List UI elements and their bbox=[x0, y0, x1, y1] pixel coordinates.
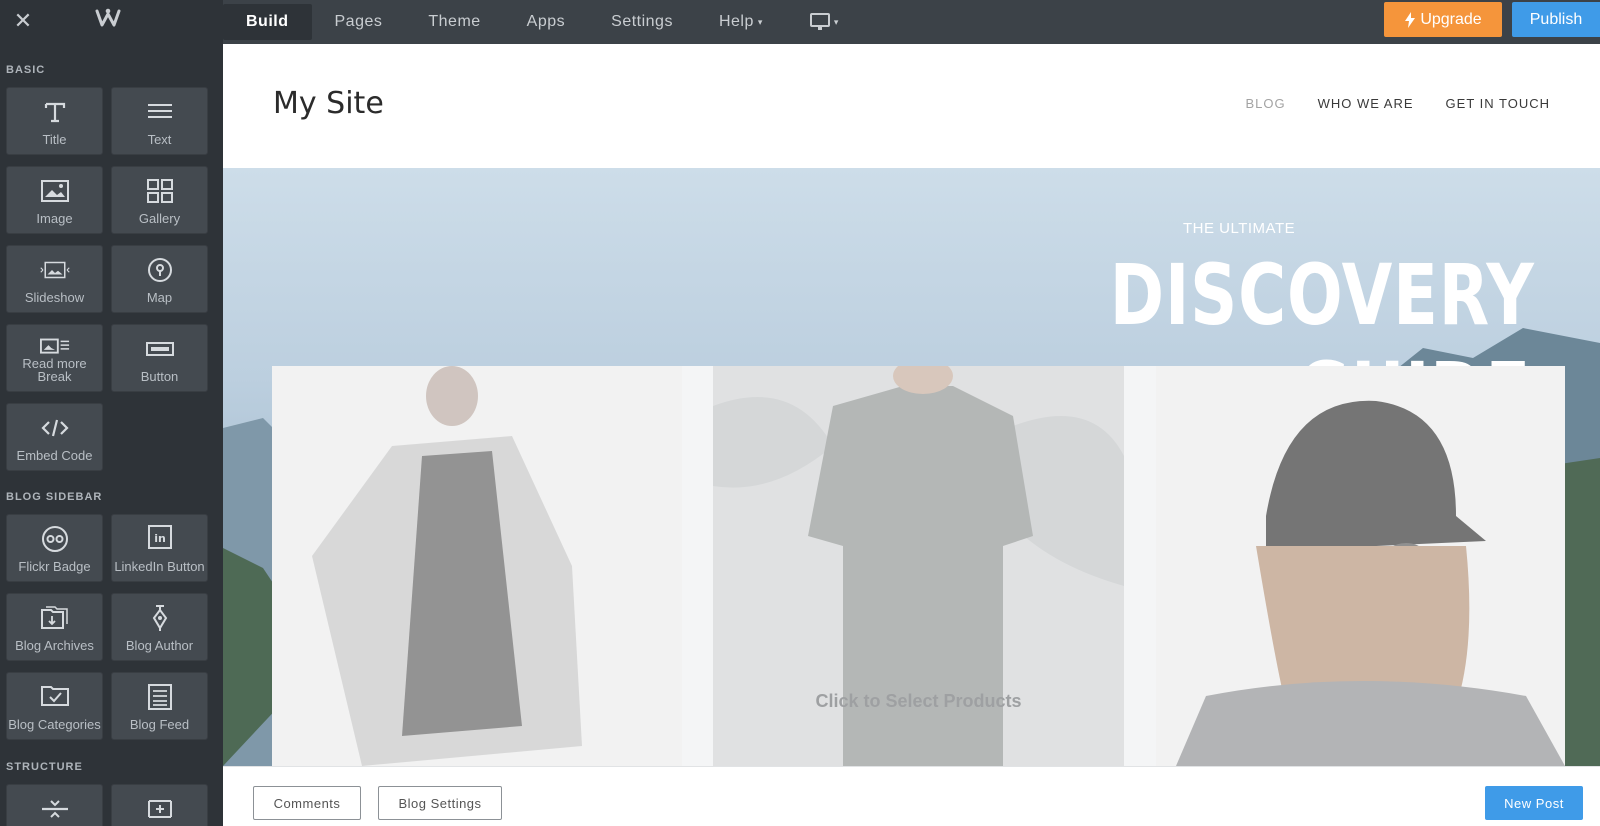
hero-kicker[interactable]: THE ULTIMATE bbox=[1183, 220, 1295, 237]
spacer-icon bbox=[145, 795, 175, 823]
new-post-button[interactable]: New Post bbox=[1485, 786, 1583, 820]
button-icon bbox=[145, 335, 175, 363]
archive-icon bbox=[40, 604, 70, 632]
tile-image[interactable]: Image bbox=[6, 166, 103, 234]
products-dim-overlay bbox=[272, 366, 1565, 766]
element-sidebar: BASIC Title Text Image Gallery Slideshow bbox=[0, 44, 223, 826]
tile-divider[interactable] bbox=[6, 784, 103, 826]
lightning-icon bbox=[1405, 11, 1416, 28]
section-title-structure: STRUCTURE bbox=[6, 761, 83, 773]
caret-down-icon: ▾ bbox=[757, 16, 763, 27]
tile-label: Slideshow bbox=[24, 290, 85, 305]
tile-blog-author[interactable]: Blog Author bbox=[111, 593, 208, 661]
tab-settings[interactable]: Settings bbox=[588, 4, 696, 40]
tile-label: Image bbox=[36, 211, 73, 226]
site-nav: BLOG WHO WE ARE GET IN TOUCH bbox=[1245, 96, 1550, 111]
site-canvas: My Site BLOG WHO WE ARE GET IN TOUCH THE… bbox=[223, 44, 1600, 766]
pen-nib-icon bbox=[145, 604, 175, 632]
tile-title[interactable]: Title bbox=[6, 87, 103, 155]
tile-gallery[interactable]: Gallery bbox=[111, 166, 208, 234]
tile-flickr-badge[interactable]: Flickr Badge bbox=[6, 514, 103, 582]
tab-apps[interactable]: Apps bbox=[504, 4, 588, 40]
tile-label: Blog Archives bbox=[15, 638, 94, 653]
tile-label: Title bbox=[42, 132, 67, 147]
code-icon bbox=[40, 414, 70, 442]
tile-label: Map bbox=[146, 290, 173, 305]
site-nav-get-in-touch[interactable]: GET IN TOUCH bbox=[1446, 96, 1550, 111]
map-pin-icon bbox=[145, 256, 175, 284]
section-title-blog-sidebar: BLOG SIDEBAR bbox=[6, 491, 103, 503]
upgrade-label: Upgrade bbox=[1420, 10, 1482, 28]
hero-section[interactable]: THE ULTIMATE DISCOVERY GUIDE bbox=[223, 168, 1600, 766]
divider-icon bbox=[40, 795, 70, 823]
toolbar-left: ✕ bbox=[0, 0, 223, 44]
tile-label: Blog Categories bbox=[8, 717, 101, 732]
site-title[interactable]: My Site bbox=[273, 86, 384, 121]
upgrade-button[interactable]: Upgrade bbox=[1384, 2, 1502, 37]
section-title-basic: BASIC bbox=[6, 64, 46, 76]
site-nav-blog[interactable]: BLOG bbox=[1245, 96, 1285, 111]
top-toolbar: ✕ Build Pages Theme Apps Settings Help ▾… bbox=[0, 0, 1600, 44]
tile-embed-code[interactable]: Embed Code bbox=[6, 403, 103, 471]
tile-button[interactable]: Button bbox=[111, 324, 208, 392]
tile-label: Button bbox=[140, 369, 179, 384]
tile-label: Gallery bbox=[138, 211, 181, 226]
tile-read-more[interactable]: Read more Break bbox=[6, 324, 103, 392]
tile-linkedin-button[interactable]: in LinkedIn Button bbox=[111, 514, 208, 582]
tab-help[interactable]: Help ▾ bbox=[696, 4, 786, 40]
blog-bottom-bar: Comments Blog Settings New Post bbox=[223, 766, 1600, 826]
device-switcher[interactable]: ▾ bbox=[786, 4, 862, 40]
tile-label: Text bbox=[147, 132, 172, 147]
text-lines-icon bbox=[145, 98, 175, 126]
blog-settings-button[interactable]: Blog Settings bbox=[378, 786, 502, 820]
tile-blog-categories[interactable]: Blog Categories bbox=[6, 672, 103, 740]
tile-label: Blog Feed bbox=[129, 717, 190, 732]
weebly-logo bbox=[92, 6, 124, 38]
tile-label: Embed Code bbox=[16, 448, 93, 463]
feed-icon bbox=[145, 683, 175, 711]
tile-label: Flickr Badge bbox=[18, 559, 91, 574]
comments-button[interactable]: Comments bbox=[253, 786, 361, 820]
tile-label: Blog Author bbox=[125, 638, 194, 653]
tile-text[interactable]: Text bbox=[111, 87, 208, 155]
tile-blog-archives[interactable]: Blog Archives bbox=[6, 593, 103, 661]
product-element[interactable]: Click to Select Products bbox=[272, 366, 1565, 766]
slideshow-icon bbox=[39, 256, 70, 284]
publish-button[interactable]: Publish bbox=[1512, 2, 1600, 37]
tab-theme[interactable]: Theme bbox=[405, 4, 503, 40]
flickr-icon bbox=[40, 525, 70, 553]
tile-spacer[interactable] bbox=[111, 784, 208, 826]
site-header: My Site BLOG WHO WE ARE GET IN TOUCH bbox=[223, 44, 1600, 168]
read-more-icon bbox=[39, 333, 70, 361]
tab-help-label: Help bbox=[718, 13, 754, 30]
tile-slideshow[interactable]: Slideshow bbox=[6, 245, 103, 313]
folder-check-icon bbox=[40, 681, 70, 709]
svg-text:in: in bbox=[154, 532, 166, 545]
caret-down-icon: ▾ bbox=[833, 16, 839, 27]
tab-pages[interactable]: Pages bbox=[312, 4, 406, 40]
image-icon bbox=[40, 177, 70, 205]
linkedin-icon: in bbox=[145, 523, 175, 551]
close-icon[interactable]: ✕ bbox=[10, 8, 36, 34]
gallery-grid-icon bbox=[145, 177, 175, 205]
tile-map[interactable]: Map bbox=[111, 245, 208, 313]
title-icon bbox=[40, 98, 70, 126]
monitor-icon bbox=[809, 13, 830, 30]
tile-label: LinkedIn Button bbox=[114, 559, 205, 574]
tile-blog-feed[interactable]: Blog Feed bbox=[111, 672, 208, 740]
site-nav-who-we-are[interactable]: WHO WE ARE bbox=[1318, 96, 1414, 111]
tab-build[interactable]: Build bbox=[223, 4, 312, 40]
